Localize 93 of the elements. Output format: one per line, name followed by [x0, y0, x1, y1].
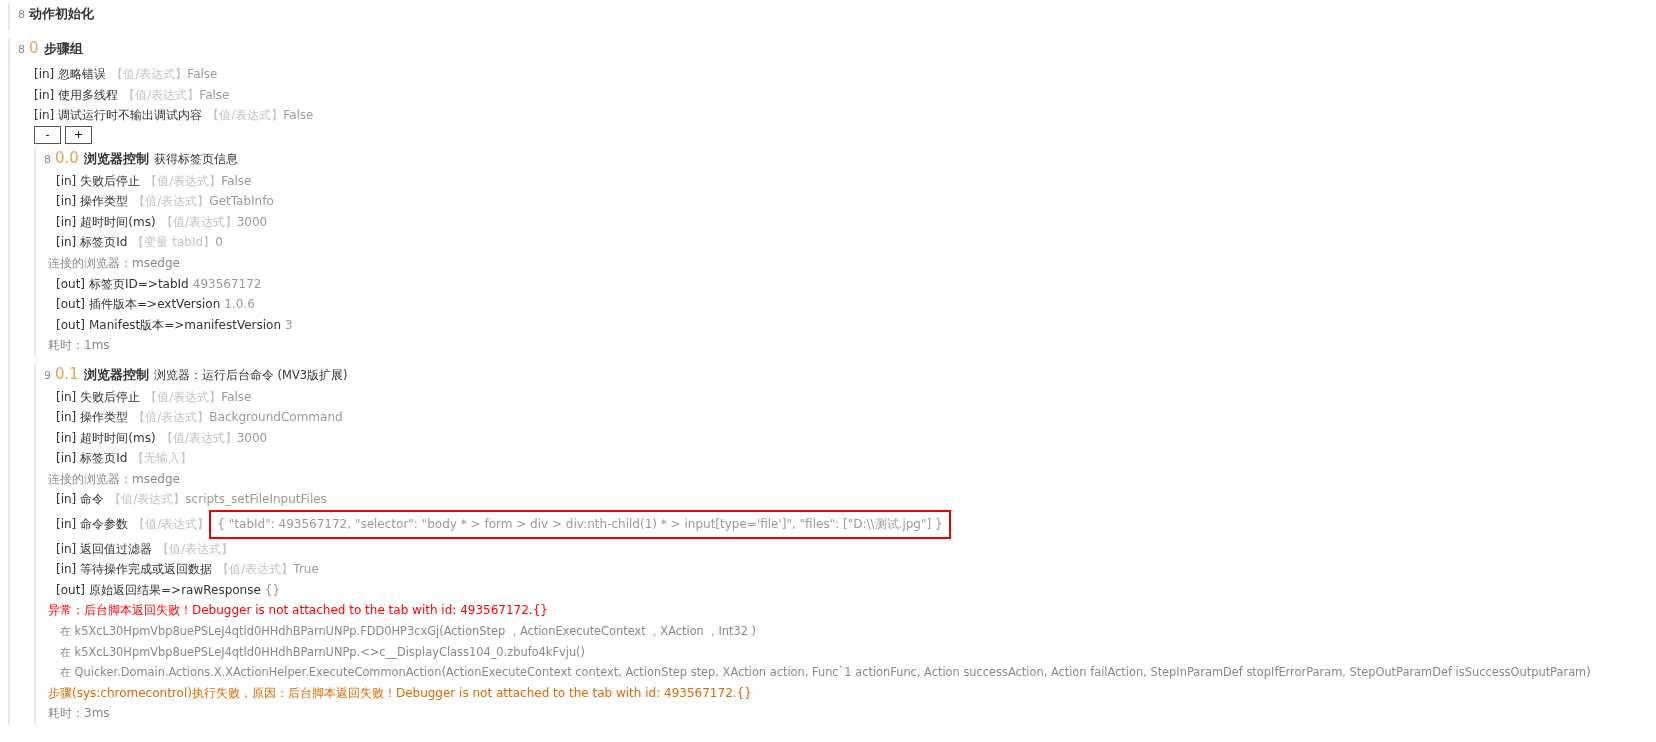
step-index: 0.0 [55, 147, 79, 169]
elapsed-time: 耗时：3ms [48, 705, 111, 723]
failure-message: 步骤(sys:chromecontrol)执行失败，原因：后台脚本返回失败！Debugger is not attached to the tab with id: 493567172.{} [48, 684, 753, 702]
param-value: False [283, 107, 314, 125]
param-name: 超时时间(ms) [80, 213, 156, 231]
browser-info: 连接的浏览器：msedge [48, 254, 181, 272]
step-index: 0.1 [55, 363, 79, 385]
stack-trace-line: 在 k5XcL30HpmVbp8uePSLeJ4qtld0HHdhBParnUNPp.FDD0HP3cxGj(ActionStep ，ActionExecuteContext ，XAction ，Int32 ) [59, 623, 758, 641]
step-title: 步骤组 [43, 39, 83, 58]
param-name: 操作类型 [80, 193, 129, 211]
param-source: 【值/表达式】 [109, 491, 186, 509]
count-number: 8 [44, 151, 51, 168]
param-name: 原始返回结果=>rawResponse [89, 581, 261, 599]
param-source: 【值/表达式】 [207, 107, 284, 125]
param-direction: [in] [34, 86, 55, 104]
param-value: { "tabId": 493567172, "selector": "body * > form > div > div:nth-child(1) * > input[type='file']", "files": ["D:\\测试.jpg"] } [209, 510, 951, 539]
param-direction: [in] [56, 213, 77, 231]
param-source: 【值/表达式】 [133, 516, 210, 534]
param-source: 【值/表达式】 [157, 540, 234, 558]
param-source: 【值/表达式】 [160, 213, 237, 231]
param-source: 【值/表达式】 [217, 561, 294, 579]
param-value: False [199, 86, 230, 104]
param-source: 【值/表达式】 [160, 429, 237, 447]
param-direction: [in] [56, 429, 77, 447]
step-description: 浏览器：运行后台命令 (MV3版扩展) [153, 366, 348, 384]
param-value: 493567172 [192, 275, 262, 293]
step-description: 获得标签页信息 [153, 150, 238, 168]
param-value: 1.0.6 [224, 296, 255, 314]
param-value: BackgroundCommand [209, 409, 343, 427]
param-direction: [in] [56, 409, 77, 427]
param-direction: [in] [56, 234, 77, 252]
count-number: 8 [18, 41, 25, 58]
param-name: 操作类型 [80, 409, 129, 427]
param-source: 【无输入】 [132, 450, 193, 468]
error-message: 异常：后台脚本返回失败！Debugger is not attached to the tab with id: 493567172.{} [48, 602, 549, 620]
step-title: 浏览器控制 [83, 149, 149, 168]
param-name: 使用多线程 [58, 86, 119, 104]
param-direction: [in] [56, 172, 77, 190]
param-source: 【值/表达式】 [145, 172, 222, 190]
step-button[interactable]: - [34, 125, 61, 144]
param-name: 超时时间(ms) [80, 429, 156, 447]
param-name: 插件版本=>extVersion [89, 296, 221, 314]
param-value: 3 [285, 316, 293, 334]
param-direction: [in] [56, 491, 77, 509]
param-name: 标签页Id [80, 234, 128, 252]
param-source: 【值/表达式】 [133, 193, 210, 211]
param-value: {} [264, 581, 281, 599]
param-name: 标签页Id [80, 450, 128, 468]
param-value: 3000 [236, 429, 268, 447]
param-source: 【值/表达式】 [145, 388, 222, 406]
browser-info: 连接的浏览器：msedge [48, 470, 181, 488]
param-name: 标签页ID=>tabId [89, 275, 189, 293]
param-direction: [out] [56, 275, 85, 293]
param-value: False [221, 172, 252, 190]
param-direction: [in] [34, 66, 55, 84]
param-name: 命令 [80, 491, 105, 509]
param-name: 调试运行时不输出调试内容 [58, 107, 203, 125]
param-direction: [out] [56, 316, 85, 334]
param-value: True [293, 561, 319, 579]
param-name: Manifest版本=>manifestVersion [89, 316, 281, 334]
param-direction: [in] [56, 450, 77, 468]
param-direction: [in] [56, 540, 77, 558]
param-direction: [in] [34, 107, 55, 125]
param-value: scripts_setFileInputFiles [185, 491, 327, 509]
param-value: False [187, 66, 218, 84]
param-value: GetTabInfo [209, 193, 274, 211]
param-value: 0 [215, 234, 223, 252]
param-direction: [in] [56, 561, 77, 579]
param-name: 命令参数 [80, 516, 129, 534]
step-title: 浏览器控制 [83, 365, 149, 384]
param-direction: [in] [56, 193, 77, 211]
param-direction: [in] [56, 388, 77, 406]
param-value: False [221, 388, 252, 406]
param-name: 失败后停止 [80, 388, 141, 406]
step-button[interactable]: + [65, 125, 92, 144]
param-source: 【值/表达式】 [111, 66, 188, 84]
count-number: 8 [18, 7, 25, 23]
param-name: 返回值过滤器 [80, 540, 153, 558]
stack-trace-line: 在 Quicker.Domain.Actions.X.XActionHelper.ExecuteCommonAction(ActionExecuteContext context, ActionStep step, XAction action, Func`1 actionFunc, Action successAction, Action failAction, StepInParamDef stopIfErrorParam, StepOutParamDef isSuccessOutputParam) [59, 664, 1592, 682]
param-value: 3000 [236, 213, 268, 231]
param-name: 等待操作完成或返回数据 [80, 561, 213, 579]
param-source: 【值/表达式】 [123, 86, 200, 104]
stack-trace-line: 在 k5XcL30HpmVbp8uePSLeJ4qtld0HHdhBParnUNPp.<>c__DisplayClass104_0.zbufo4kFvju() [59, 643, 586, 661]
param-direction: [out] [56, 581, 85, 599]
count-number: 9 [44, 367, 51, 384]
param-direction: [out] [56, 296, 85, 314]
param-source: 【值/表达式】 [133, 409, 210, 427]
param-name: 忽略错误 [58, 66, 107, 84]
step-index: 0 [29, 37, 39, 59]
elapsed-time: 耗时：1ms [48, 337, 111, 355]
step-title: 动作初始化 [29, 5, 94, 23]
param-name: 失败后停止 [80, 172, 141, 190]
param-direction: [in] [56, 516, 77, 534]
